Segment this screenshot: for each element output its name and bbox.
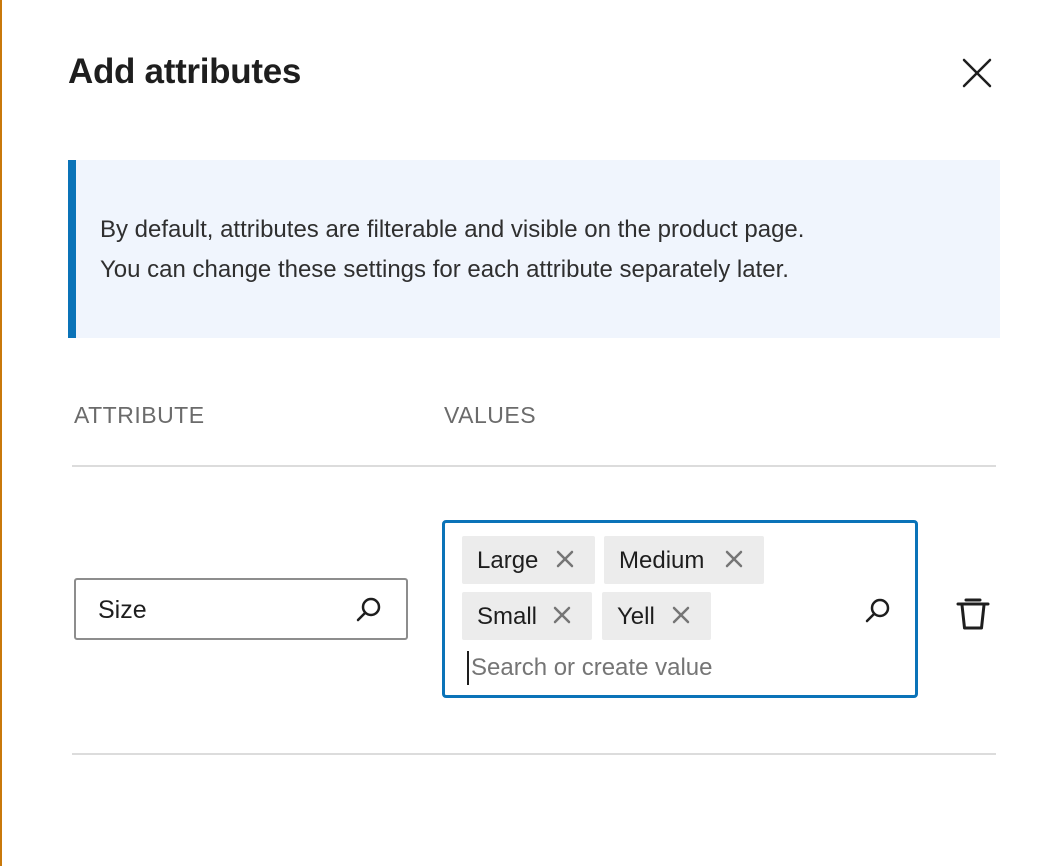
trash-icon [956,598,990,630]
chip-label: Yell [617,603,655,630]
value-chip: Small [462,592,592,640]
values-token-field[interactable]: Large Medium Small Yell Search or create… [442,520,918,698]
close-icon [725,550,743,568]
remove-chip-button[interactable] [669,603,693,627]
close-icon [556,550,574,568]
remove-chip-button[interactable] [553,547,577,571]
close-icon [962,58,992,88]
remove-chip-button[interactable] [550,603,574,627]
close-icon [553,606,571,624]
close-button[interactable] [956,52,998,94]
search-icon [865,598,890,623]
notice-text-line-2: You can change these settings for each a… [100,256,789,283]
header-divider [72,465,996,467]
chip-label: Large [477,547,539,574]
remove-chip-button[interactable] [722,547,746,571]
value-search-input[interactable] [467,651,851,685]
values-column-header: VALUES [444,402,537,428]
attribute-select[interactable]: Size [74,578,408,640]
search-icon [356,597,381,622]
close-icon [672,606,690,624]
modal-title: Add attributes [68,52,302,91]
value-chip: Medium [604,536,764,584]
value-chip: Yell [602,592,711,640]
info-notice: By default, attributes are filterable an… [68,160,1000,338]
remove-attribute-button[interactable] [952,592,994,634]
notice-text-line-1: By default, attributes are filterable an… [100,216,805,243]
chip-label: Medium [619,547,705,574]
chip-label: Small [477,603,538,630]
value-chip: Large [462,536,595,584]
row-divider [72,753,996,755]
attribute-value: Size [98,596,147,624]
add-attributes-modal: Add attributes By default, attributes ar… [2,0,1058,866]
attribute-column-header: ATTRIBUTE [74,402,205,428]
